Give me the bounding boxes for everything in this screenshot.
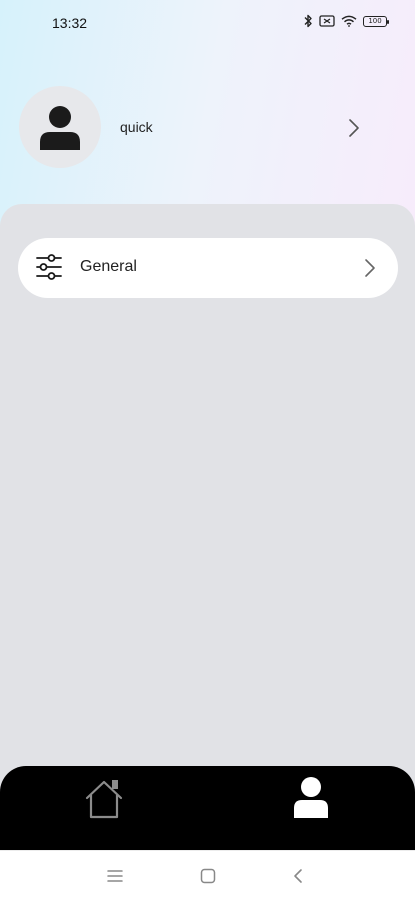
username-label: quick xyxy=(120,119,153,135)
chevron-right-icon xyxy=(364,258,376,283)
status-bar: 13:32 100 xyxy=(0,0,415,48)
home-icon[interactable] xyxy=(82,776,126,825)
wifi-icon xyxy=(341,15,357,27)
recent-apps-icon[interactable] xyxy=(107,869,123,888)
profile-row[interactable]: quick xyxy=(0,84,415,172)
sliders-icon xyxy=(35,253,63,286)
person-icon xyxy=(40,106,80,150)
bluetooth-icon xyxy=(303,14,313,28)
avatar[interactable] xyxy=(19,86,101,168)
system-navigation-bar xyxy=(0,850,415,901)
settings-item-label: General xyxy=(80,258,137,275)
back-icon[interactable] xyxy=(292,868,304,889)
home-button-icon[interactable] xyxy=(200,868,216,889)
chevron-right-icon[interactable] xyxy=(348,118,360,143)
battery-icon: 100 xyxy=(363,15,389,27)
sim-icon xyxy=(319,15,335,27)
status-time: 13:32 xyxy=(52,15,88,31)
status-icons: 100 xyxy=(303,14,389,28)
person-icon[interactable] xyxy=(289,776,333,825)
bottom-nav xyxy=(0,766,415,856)
settings-item-general[interactable]: General xyxy=(18,238,398,298)
